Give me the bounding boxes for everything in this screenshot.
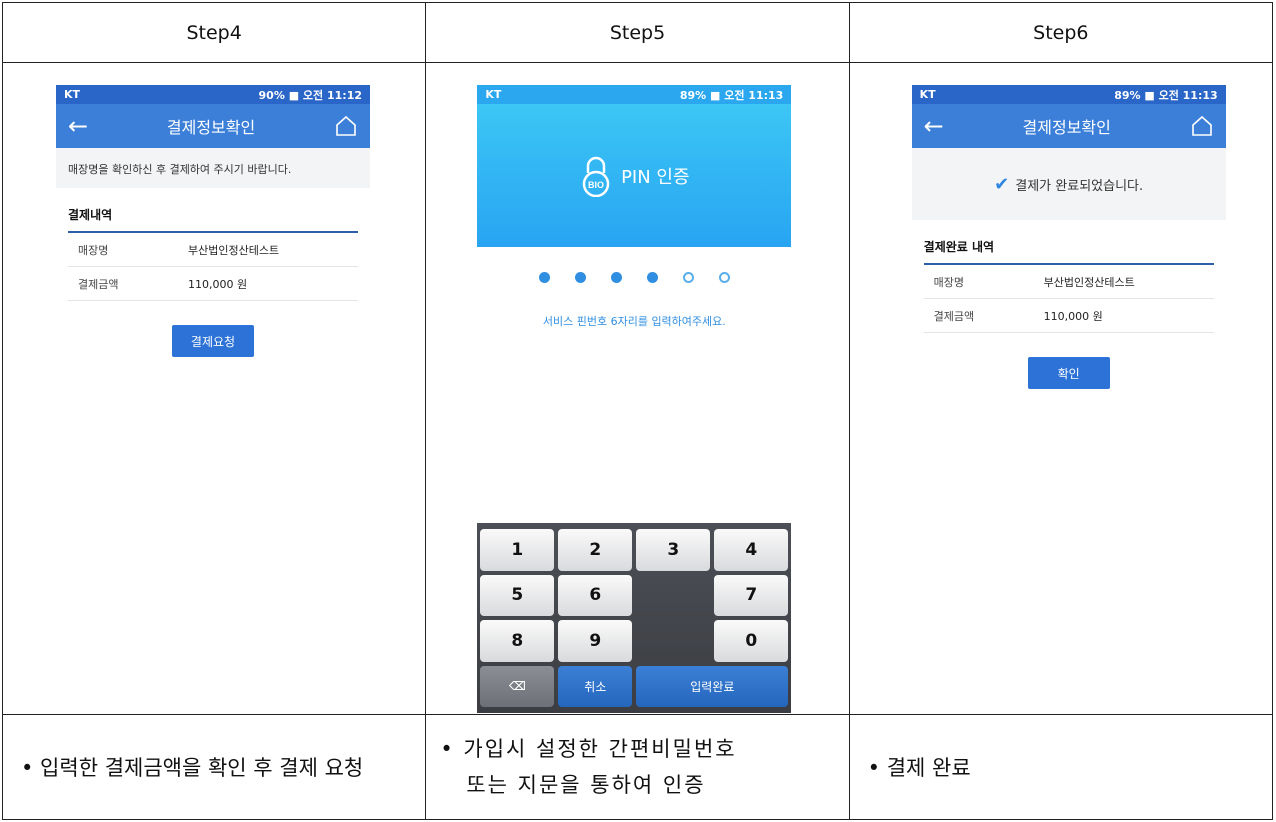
step5-cell: KT 89% ■ 오전 11:13 BIO PIN 인증 서비스 핀번호 6자리… — [425, 62, 850, 715]
row-value: 110,000 원 — [1043, 309, 1103, 323]
pin-dot-filled — [646, 272, 658, 284]
row-value: 110,000 원 — [188, 277, 248, 291]
step4-phone-screen: KT 90% ■ 오전 11:12 ← 결제정보확인 매장명을 확인하신 후 결… — [56, 85, 370, 386]
status-bar: KT 90% ■ 오전 11:12 — [56, 85, 370, 105]
step4-header: Step4 — [1, 1, 427, 64]
section-title: 결제완료 내역 — [923, 238, 1214, 266]
home-icon[interactable] — [334, 114, 358, 138]
pin-message: 서비스 핀번호 6자리를 입력하여주세요. — [542, 315, 726, 329]
key-7[interactable]: 7 — [714, 574, 789, 617]
step4-cell: KT 90% ■ 오전 11:12 ← 결제정보확인 매장명을 확인하신 후 결… — [1, 62, 427, 715]
pin-progress-dots — [477, 272, 791, 284]
table-row: 결제금액 110,000 원 — [68, 267, 358, 302]
confirm-button[interactable]: 확인 — [1027, 357, 1110, 390]
cancel-key[interactable]: 취소 — [558, 665, 633, 708]
payment-details: 결제내역 매장명 부산법인정산테스트 결제금액 110,000 원 — [56, 206, 370, 302]
status-right: 89% ■ 오전 11:13 — [1114, 88, 1218, 102]
completion-notice: ✔ 결제가 완료되었습니다. — [911, 148, 1226, 221]
pin-dot-filled — [538, 272, 550, 284]
step6-description: • 결제 완료 — [848, 713, 1274, 821]
completion-text: 결제가 완료되었습니다. — [1015, 178, 1144, 194]
back-arrow-icon[interactable]: ← — [68, 114, 88, 138]
completion-details: 결제완료 내역 매장명 부산법인정산테스트 결제금액 110,000 원 — [912, 238, 1226, 334]
delete-key-icon[interactable]: ⌫ — [480, 665, 555, 708]
check-icon: ✔ — [994, 173, 1010, 195]
step5-description-line1: • 가입시 설정한 간편비밀번호 — [440, 736, 737, 761]
key-0[interactable]: 0 — [714, 620, 789, 662]
section-title: 결제내역 — [68, 206, 358, 234]
page-title: 결제정보확인 — [166, 118, 256, 138]
carrier-label: KT — [919, 88, 936, 102]
carrier-label: KT — [64, 88, 81, 102]
key-blank — [636, 620, 710, 662]
pin-dot-filled — [574, 272, 586, 284]
key-6[interactable]: 6 — [558, 574, 633, 617]
key-3[interactable]: 3 — [636, 529, 711, 571]
pin-dot-empty — [718, 272, 730, 284]
table-row: 결제금액 110,000 원 — [923, 299, 1214, 334]
step6-header: Step6 — [848, 1, 1274, 64]
row-key: 결제금액 — [933, 309, 975, 323]
row-key: 결제금액 — [78, 277, 119, 291]
row-value: 부산법인정산테스트 — [188, 243, 280, 257]
step-guide-table: Step4 Step5 Step6 KT 90% ■ 오전 11:12 ← 결제… — [1, 1, 1274, 821]
app-bar: ← 결제정보확인 — [911, 104, 1226, 149]
carrier-label: KT — [485, 88, 502, 102]
pin-dot-filled — [610, 272, 622, 284]
status-right: 89% ■ 오전 11:13 — [679, 88, 784, 102]
row-value: 부산법인정산테스트 — [1043, 275, 1135, 289]
pin-header: BIO PIN 인증 — [477, 104, 792, 248]
step6-cell: KT 89% ■ 오전 11:13 ← 결제정보확인 ✔ 결제가 완료되었습니다… — [848, 62, 1274, 715]
key-8[interactable]: 8 — [480, 620, 555, 662]
step5-phone-screen: KT 89% ■ 오전 11:13 BIO PIN 인증 서비스 핀번호 6자리… — [477, 85, 792, 714]
step5-description: • 가입시 설정한 간편비밀번호 또는 지문을 통하여 인증 — [425, 713, 850, 821]
page-title: 결제정보확인 — [1022, 118, 1111, 138]
request-payment-button[interactable]: 결제요청 — [172, 325, 254, 358]
table-row: 매장명 부산법인정산테스트 — [68, 233, 358, 268]
key-9[interactable]: 9 — [558, 620, 633, 662]
key-4[interactable]: 4 — [714, 529, 789, 571]
pin-keypad: 1 2 3 4 5 6 7 8 9 0 ⌫ 취소 입력완료 — [477, 523, 792, 714]
step6-phone-screen: KT 89% ■ 오전 11:13 ← 결제정보확인 ✔ 결제가 완료되었습니다… — [911, 85, 1226, 416]
status-bar: KT 89% ■ 오전 11:13 — [911, 85, 1226, 105]
key-blank — [636, 575, 710, 617]
submit-key[interactable]: 입력완료 — [636, 665, 789, 708]
row-key: 매장명 — [933, 275, 965, 289]
lock-label: BIO — [588, 180, 604, 190]
step4-description: • 입력한 결제금액을 확인 후 결제 요청 — [1, 713, 427, 821]
step5-description-line2: 또는 지문을 통하여 인증 — [466, 772, 706, 797]
status-bar: KT 89% ■ 오전 11:13 — [477, 85, 792, 105]
pin-dot-empty — [682, 272, 694, 284]
key-5[interactable]: 5 — [480, 574, 555, 617]
back-arrow-icon[interactable]: ← — [924, 114, 944, 138]
key-1[interactable]: 1 — [480, 529, 555, 571]
key-2[interactable]: 2 — [558, 529, 633, 571]
notice-text: 매장명을 확인하신 후 결제하여 주시기 바랍니다. — [56, 148, 370, 189]
status-right: 90% ■ 오전 11:12 — [258, 88, 362, 102]
step5-header: Step5 — [425, 1, 850, 64]
home-icon[interactable] — [1190, 114, 1214, 138]
row-key: 매장명 — [78, 243, 109, 257]
app-bar: ← 결제정보확인 — [56, 104, 370, 149]
table-row: 매장명 부산법인정산테스트 — [923, 265, 1214, 300]
bio-lock-icon: BIO — [582, 156, 610, 197]
pin-heading: PIN 인증 — [621, 166, 690, 188]
